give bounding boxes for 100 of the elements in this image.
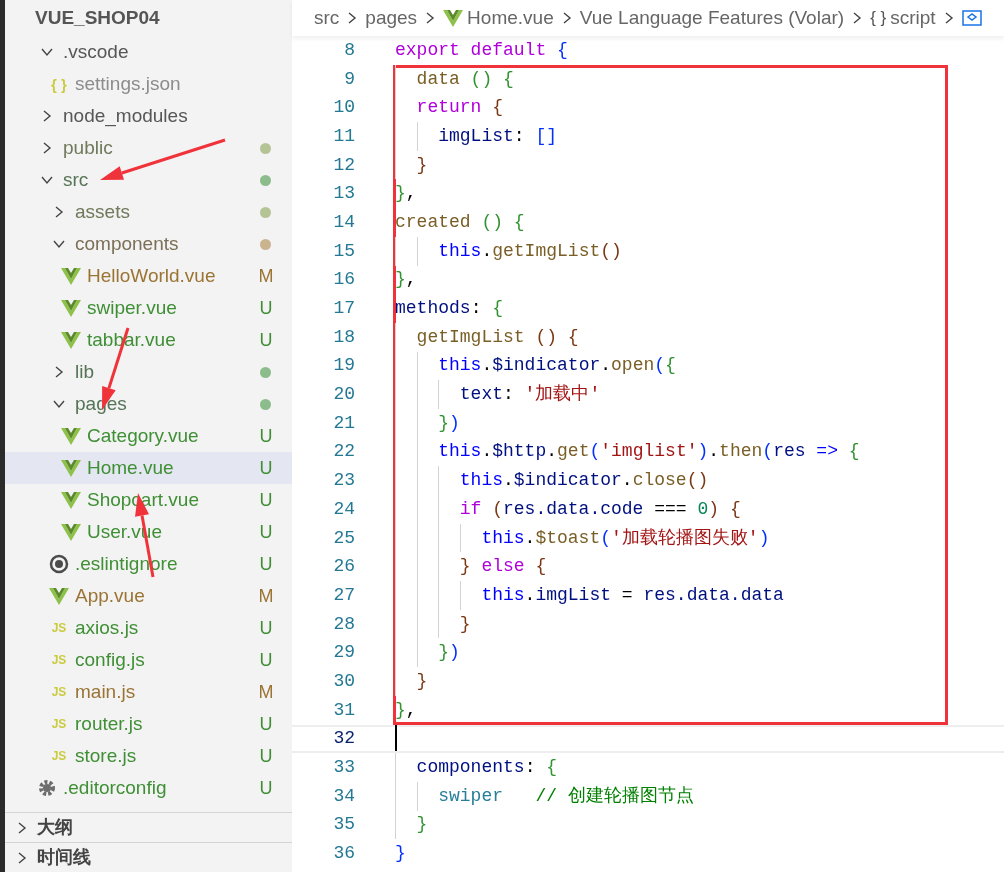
tree-item[interactable]: lib — [5, 356, 292, 388]
line-number: 25 — [332, 526, 355, 550]
line-number: 15 — [332, 239, 355, 263]
text-cursor — [395, 725, 397, 751]
code-line: created () { — [393, 208, 948, 237]
line-number: 11 — [332, 124, 355, 148]
tree-item[interactable]: Home.vue U — [5, 452, 292, 484]
tree-item[interactable]: .editorconfig U — [5, 772, 292, 804]
code-line: } — [393, 150, 948, 180]
js-icon: JS — [51, 622, 67, 634]
panel-header[interactable]: 时间线 — [5, 842, 292, 872]
panel-header[interactable]: 大纲 — [5, 812, 292, 842]
explorer-title: VUE_SHOP04 — [34, 5, 161, 30]
js-icon: JS — [51, 654, 67, 666]
line-number: 10 — [332, 96, 355, 120]
braces-icon: { } — [51, 76, 67, 92]
code-line: methods: { — [393, 294, 948, 323]
tree-item[interactable]: JS store.js U — [5, 740, 292, 772]
breadcrumb-item[interactable]: Vue Language Features (Volar) — [579, 3, 845, 33]
tree-item[interactable]: { } settings.json — [5, 68, 292, 100]
js-icon: JS — [51, 750, 67, 762]
line-number: 14 — [332, 210, 355, 234]
code-line: } — [393, 810, 948, 840]
line-number: 16 — [332, 268, 355, 292]
tree-item[interactable]: Category.vue U — [5, 420, 292, 452]
line-number: 36 — [332, 842, 355, 866]
vue-icon — [61, 299, 81, 317]
vue-icon — [61, 267, 81, 285]
breadcrumb-item[interactable]: { } script — [870, 3, 936, 33]
tree-item[interactable]: .vscode — [5, 36, 292, 68]
line-number: 21 — [332, 411, 355, 435]
breadcrumb-item[interactable]: Home.vue — [443, 3, 554, 33]
gear-icon — [37, 778, 57, 798]
code-line: export default { — [394, 38, 569, 62]
tree-item[interactable]: JS main.js M — [5, 676, 292, 708]
code-line: this.$toast('加载轮播图失败') — [393, 523, 948, 553]
js-icon: JS — [51, 718, 67, 730]
target-icon — [49, 554, 69, 574]
line-number: 22 — [332, 440, 355, 464]
line-number: 27 — [332, 583, 355, 607]
code-line: return { — [393, 93, 948, 123]
code-line: }, — [393, 265, 948, 295]
braces-icon: { } — [870, 5, 887, 31]
line-number: 20 — [332, 383, 355, 407]
breadcrumb-item[interactable]: pages — [365, 3, 418, 33]
code-line: imgList: [] — [393, 122, 948, 151]
breadcrumb-item[interactable]: src — [314, 3, 340, 33]
breadcrumb-item[interactable] — [961, 9, 982, 27]
vue-icon — [49, 587, 69, 605]
code-line: this.$http.get('imglist').then(res => { — [393, 437, 948, 467]
line-number: 35 — [332, 813, 355, 837]
code-line: }, — [393, 695, 948, 725]
js-icon: JS — [51, 686, 67, 698]
line-number: 24 — [332, 497, 355, 521]
code-line: text: '加载中' — [393, 380, 948, 409]
line-number: 34 — [332, 784, 355, 808]
line-number: 31 — [332, 698, 355, 722]
vue-icon — [61, 331, 81, 349]
tree-item[interactable]: swiper.vue U — [5, 292, 292, 324]
line-number: 13 — [332, 182, 355, 206]
vue-icon — [61, 427, 81, 445]
code-line: }, — [393, 179, 948, 209]
line-number: 26 — [332, 555, 355, 579]
line-number: 28 — [332, 612, 355, 636]
line-number: 30 — [332, 669, 355, 693]
code-line: swiper // 创建轮播图节点 — [393, 781, 948, 811]
code-line: } — [394, 842, 407, 866]
tree-item[interactable]: assets — [5, 196, 292, 228]
tree-item[interactable]: JS config.js U — [5, 644, 292, 676]
vue-icon — [443, 9, 464, 27]
line-number: 9 — [343, 67, 355, 91]
vue-icon — [61, 459, 81, 477]
line-number: 32 — [332, 727, 355, 751]
tree-item[interactable]: JS router.js U — [5, 708, 292, 740]
cube-icon — [961, 9, 982, 27]
code-line: } — [393, 609, 948, 639]
vue-icon — [61, 491, 81, 509]
line-number: 12 — [332, 153, 355, 177]
line-number: 33 — [332, 756, 355, 780]
code-line: this.getImgList() — [393, 236, 948, 266]
tree-item[interactable]: components — [5, 228, 292, 260]
code-line: this.imgList = res.data.data — [393, 581, 948, 610]
code-line: if (res.data.code === 0) { — [393, 495, 948, 524]
vue-icon — [61, 523, 81, 541]
line-number: 8 — [343, 38, 355, 62]
code-line: data () { — [393, 64, 948, 94]
tree-item[interactable]: HelloWorld.vue M — [5, 260, 292, 292]
line-number: 29 — [332, 641, 355, 665]
tree-item[interactable]: node_modules — [5, 100, 292, 132]
line-number: 17 — [332, 297, 355, 321]
code-line: } else { — [393, 552, 948, 582]
code-line: this.$indicator.open({ — [393, 351, 948, 381]
code-line: } — [393, 667, 948, 696]
tree-item[interactable]: JS axios.js U — [5, 612, 292, 644]
code-line: }) — [393, 638, 948, 668]
code-line: getImgList () { — [393, 322, 948, 352]
tree-item[interactable]: App.vue M — [5, 580, 292, 612]
code-line: }) — [393, 408, 948, 438]
tree-item[interactable]: public — [5, 132, 292, 164]
line-number: 23 — [332, 469, 355, 493]
